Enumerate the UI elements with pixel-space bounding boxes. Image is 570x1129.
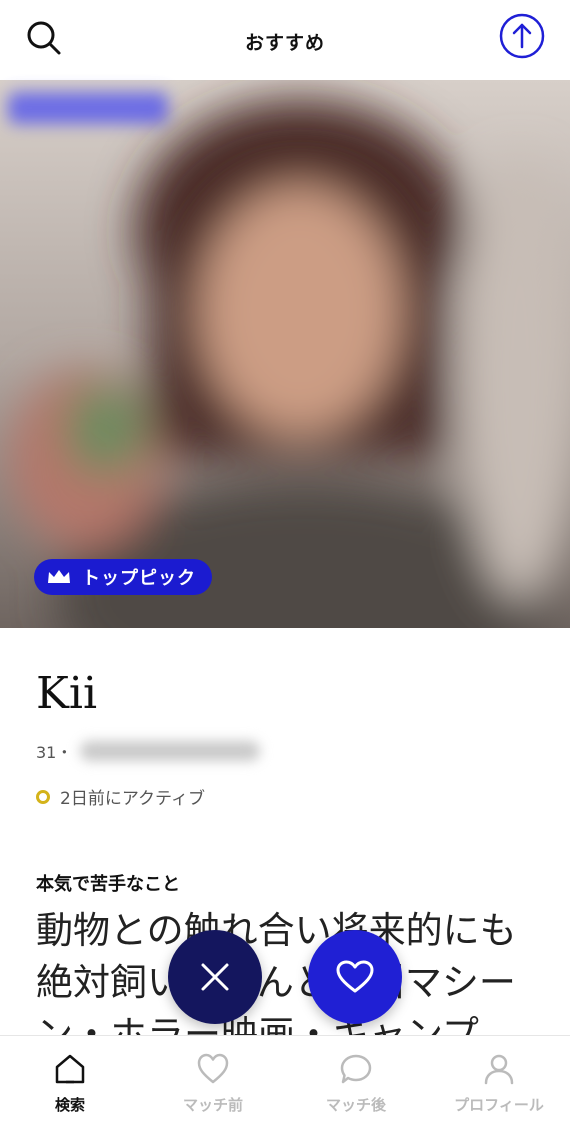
tab-profile[interactable]: プロフィール	[429, 1052, 569, 1115]
active-status-text: 2日前にアクティブ	[60, 789, 205, 809]
arrow-up-circle-icon	[499, 13, 545, 59]
tab-search-label: 検索	[54, 1096, 85, 1114]
profile-age: 31・	[36, 743, 73, 762]
profile-photo[interactable]	[0, 80, 570, 628]
section-title: 本気で苦手なこと	[36, 874, 180, 895]
tab-before-match[interactable]: マッチ前	[143, 1052, 283, 1115]
profile-name: Kii	[36, 668, 98, 719]
active-status-row: 2日前にアクティブ	[36, 784, 205, 809]
heart-outline-icon	[197, 1053, 229, 1084]
page-title: おすすめ	[244, 32, 325, 54]
blurred-photo-image	[0, 80, 570, 628]
active-status-dot	[36, 789, 50, 804]
blurred-location	[80, 741, 261, 761]
top-pick-badge: トップピック	[34, 559, 212, 595]
user-icon	[484, 1054, 514, 1085]
heart-icon	[336, 960, 374, 993]
scroll-up-button[interactable]	[498, 12, 546, 60]
top-header: おすすめ	[0, 0, 570, 80]
tab-after-match[interactable]: マッチ後	[286, 1052, 426, 1115]
blurred-badge	[8, 92, 168, 124]
dislike-button[interactable]	[168, 930, 262, 1024]
crown-icon	[48, 570, 70, 583]
like-button[interactable]	[308, 930, 402, 1024]
tab-after-match-label: マッチ後	[325, 1096, 386, 1114]
tab-search[interactable]: 検索	[0, 1052, 140, 1115]
top-pick-label: トップピック	[82, 568, 196, 589]
chat-bubble-icon	[340, 1054, 372, 1084]
tab-profile-label: プロフィール	[454, 1096, 544, 1114]
home-icon	[55, 1054, 85, 1084]
tab-before-match-label: マッチ前	[182, 1096, 243, 1114]
age-location-row: 31・	[36, 740, 261, 762]
close-icon	[201, 963, 229, 991]
bottom-tab-bar: 検索 マッチ前 マッチ後 プロフィール	[0, 1035, 570, 1129]
